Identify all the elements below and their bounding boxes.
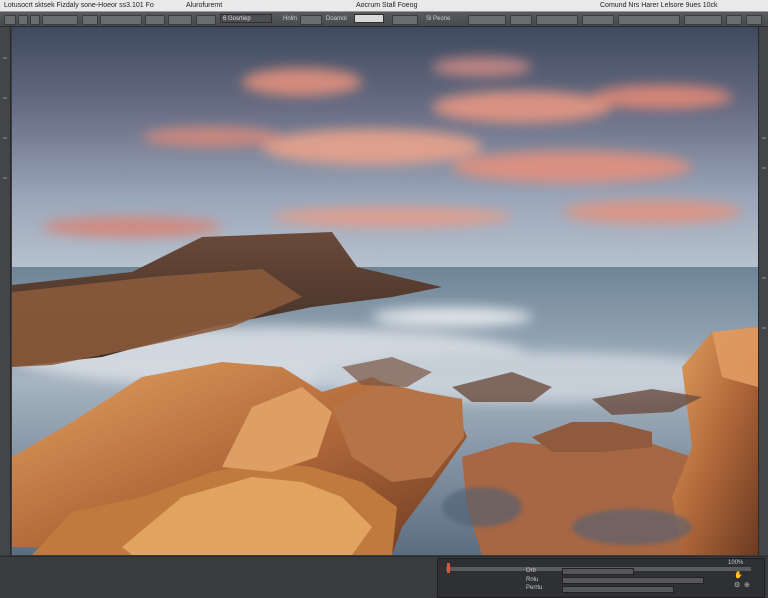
menubar-left-items[interactable]: Lotusocrt sktsek Fizdaly sone-Hoeor ss3.… (4, 0, 154, 11)
seascape-photo (12, 27, 758, 555)
tool-icon[interactable] (3, 177, 7, 179)
settings-icon[interactable]: ⚙ (734, 581, 740, 589)
timeline-row-label: Perrtu (526, 585, 543, 591)
tool-options-group-2[interactable] (100, 15, 142, 25)
tool-option-button-9[interactable] (510, 15, 532, 25)
panel-icon[interactable] (762, 137, 766, 139)
timeline-bar[interactable] (562, 577, 704, 584)
timeline-bar[interactable] (562, 586, 674, 593)
tool-icon[interactable] (3, 57, 7, 59)
panel-icon[interactable] (762, 167, 766, 169)
timeline-bar[interactable] (562, 568, 634, 575)
tool-icon[interactable] (3, 137, 7, 139)
menubar: Lotusocrt sktsek Fizdaly sone-Hoeor ss3.… (0, 0, 768, 12)
tool-option-button-4[interactable] (168, 15, 192, 25)
panels-dock (758, 27, 768, 555)
tool-option-button[interactable] (30, 15, 40, 25)
panel-icon[interactable] (762, 277, 766, 279)
hand-icon[interactable]: ✋ (734, 571, 743, 579)
value-field[interactable] (354, 14, 384, 23)
tool-option-button-15[interactable] (746, 15, 762, 25)
tool-option-button-5[interactable] (196, 15, 216, 25)
bottom-panel: Ortr Rnlu Perrtu 100% ✋ ⊕ ⚙ (0, 556, 768, 598)
tool-option-button-6[interactable] (300, 15, 322, 25)
toolbar-label-2: Hnlm (283, 16, 298, 22)
tool-option-button-3[interactable] (145, 15, 165, 25)
panel-icon[interactable] (762, 327, 766, 329)
tool-option-button-14[interactable] (726, 15, 742, 25)
tool-option-button-2[interactable] (82, 15, 98, 25)
zoom-icon[interactable]: ⊕ (744, 581, 750, 589)
menubar-right-items[interactable]: Comund Nrs Harer Lelsore 9ues 10ck (600, 0, 718, 11)
preset-dropdown[interactable]: 6 Gosrtiep (220, 14, 272, 23)
zoom-level: 100% (728, 560, 744, 566)
image-canvas[interactable] (12, 27, 758, 555)
tool-option-button-12[interactable] (618, 15, 680, 25)
tool-mode-button[interactable] (18, 15, 28, 25)
toolbar-label-3: Doamol (326, 16, 347, 22)
tool-option-button-11[interactable] (582, 15, 614, 25)
tool-option-button-7[interactable] (392, 15, 418, 25)
toolbar-label-5: Sl Peone (426, 16, 451, 22)
tool-option-button-8[interactable] (468, 15, 506, 25)
menubar-document-title[interactable]: Alurofuremt (186, 0, 222, 11)
tool-option-button-13[interactable] (684, 15, 722, 25)
tool-options-group[interactable] (42, 15, 78, 25)
timeline-panel: Ortr Rnlu Perrtu 100% ✋ ⊕ ⚙ (437, 558, 765, 598)
timeline-row-label: Rnlu (526, 577, 539, 583)
playhead-marker[interactable] (447, 563, 450, 573)
timeline-row-label: Ortr (526, 568, 537, 574)
options-toolbar: 6 Gosrtiep Hnlm Doamol Sl Peone (0, 12, 768, 27)
tool-preset-button[interactable] (4, 15, 16, 25)
tools-panel (0, 27, 11, 555)
menubar-center-title: Aocrum Stall Foeog (356, 2, 418, 9)
tool-option-button-10[interactable] (536, 15, 578, 25)
tool-icon[interactable] (3, 97, 7, 99)
